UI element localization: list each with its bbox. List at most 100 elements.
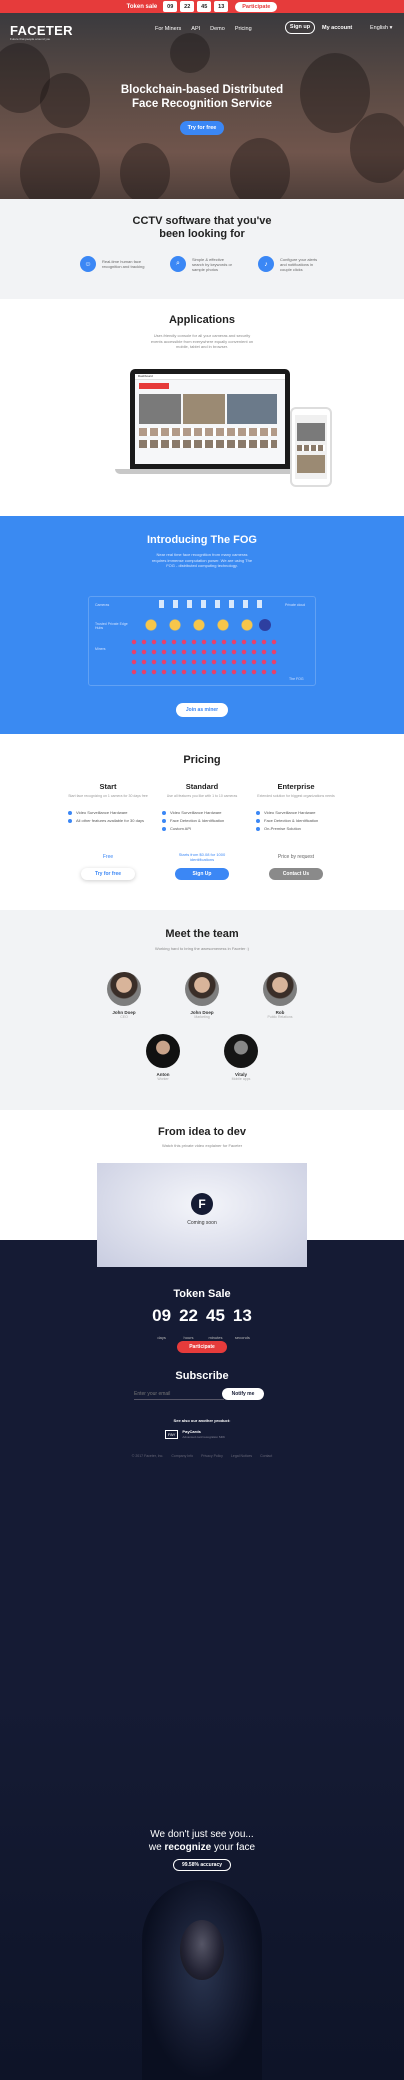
plan-contact-button[interactable]: Contact Us xyxy=(269,868,323,880)
avatar xyxy=(107,972,141,1006)
plan-feature: Video Surveillance Hardware xyxy=(256,810,348,815)
bell-icon: ♪ xyxy=(258,256,274,272)
try-for-free-button[interactable]: Try for free xyxy=(180,121,224,135)
coming-soon-label: Coming soon xyxy=(187,1220,217,1226)
footer-company-info[interactable]: Company Info xyxy=(171,1454,193,1458)
laptop-mockup: Dashboard xyxy=(130,369,290,469)
dark-footer-section: Token Sale 09 days 22 hours 45 minutes 13 se… xyxy=(0,1240,404,2080)
phone-mockup xyxy=(290,407,332,487)
label-the-fog: The FOG xyxy=(289,677,304,681)
topbar-days: 09 xyxy=(163,1,178,12)
notify-me-button[interactable]: Notify me xyxy=(222,1388,264,1400)
feature-recognition: ☺ Real-time human face recognition and t… xyxy=(80,256,146,272)
team-member: John Doep Marketing xyxy=(172,972,232,1019)
plan-name: Enterprise xyxy=(277,782,315,791)
fog-title: Introducing The FOG xyxy=(147,534,257,546)
avatar xyxy=(263,972,297,1006)
hero-title: Blockchain-based Distributed Face Recogni… xyxy=(120,84,284,110)
plan-feature: All other features available for 30 days xyxy=(68,818,160,823)
topbar-title: Token sale xyxy=(126,3,158,10)
token-sale-participate-button[interactable]: Participate xyxy=(177,1341,227,1353)
nav-api[interactable]: API xyxy=(191,26,200,32)
plan-price: Free xyxy=(102,854,114,860)
plan-feature: Face Detection & Identification xyxy=(162,818,254,823)
team-section: Meet the team Working hard to bring the … xyxy=(0,910,404,1110)
footer-legal[interactable]: Legal Notices xyxy=(231,1454,252,1458)
plan-name: Standard xyxy=(185,782,219,791)
paycards-name: PayCards xyxy=(182,1429,201,1434)
paycards-desc: Advanced card recognition SDK xyxy=(182,1435,225,1439)
plan-name: Start xyxy=(99,782,117,791)
tagline-line2: we recognize your face xyxy=(148,1842,256,1853)
countdown-seconds: 13 seconds xyxy=(232,1306,252,1340)
topbar-participate-button[interactable]: Participate xyxy=(235,1,278,12)
plan-feature: Video Surveillance Hardware xyxy=(68,810,160,815)
user-icon: ☺ xyxy=(80,256,96,272)
team-member: Anton Worker xyxy=(133,1034,193,1081)
applications-section: Applications User-friendly console for a… xyxy=(0,299,404,516)
token-sale-topbar: Token sale 09 22 45 13 Participate xyxy=(0,0,404,13)
label-miners: Miners xyxy=(95,647,106,651)
plan-signup-button[interactable]: Sign Up xyxy=(175,868,229,880)
plan-price: Starts from $0.08 for 1000 identificatio… xyxy=(178,852,226,862)
nav-pricing[interactable]: Pricing xyxy=(235,26,252,32)
video-title: From idea to dev xyxy=(157,1126,247,1138)
nav-for-miners[interactable]: For Miners xyxy=(155,26,181,32)
footer-links: © 2017 Faceter, Inc. Company Info Privac… xyxy=(0,1454,404,1458)
plan-start: Start Start face recognizing on 1 camera… xyxy=(56,782,160,887)
plan-desc: Use all features you like with 1 to 10 c… xyxy=(166,794,238,798)
plan-feature: On-Premise Solution xyxy=(256,826,348,831)
my-account-link[interactable]: My account xyxy=(322,25,352,31)
paycards-product[interactable]: PAY PayCards Advanced card recognition SD… xyxy=(165,1429,225,1440)
plan-try-button[interactable]: Try for free xyxy=(81,868,135,880)
faceter-mark-icon: F xyxy=(191,1193,213,1215)
countdown-minutes: 45 minutes xyxy=(206,1306,225,1340)
fog-diagram: Cameras Trusted Private Edge Hubs Miners… xyxy=(88,596,316,686)
search-icon: ⌕ xyxy=(170,256,186,272)
label-cameras: Cameras xyxy=(95,603,110,607)
team-desc: Working hard to bring the awesomeness in… xyxy=(155,946,249,951)
plan-feature: Video Surveillance Hardware xyxy=(162,810,254,815)
accuracy-badge: 99.58% accuracy xyxy=(173,1859,231,1871)
plan-price: Price by request xyxy=(277,854,315,860)
plan-enterprise: Enterprise Extended solution for biggest… xyxy=(244,782,348,887)
footer-contact[interactable]: Contact xyxy=(260,1454,272,1458)
bottom-tagline: We don't just see you... we recognize yo… xyxy=(0,1828,404,1854)
email-input[interactable] xyxy=(134,1388,224,1400)
team-member: John Doep CEO xyxy=(94,972,154,1019)
fog-section: Introducing The FOG Near real time face … xyxy=(0,516,404,734)
main-nav: FACETER Future that people around you For… xyxy=(0,21,404,41)
avatar xyxy=(185,972,219,1006)
plan-standard: Standard Use all features you like with … xyxy=(150,782,254,887)
plan-feature: Custom API xyxy=(162,826,254,831)
nav-demo[interactable]: Demo xyxy=(210,26,225,32)
paycards-logo: PAY xyxy=(165,1430,179,1439)
token-sale-title: Token Sale xyxy=(173,1288,231,1300)
label-private-cloud: Private cloud xyxy=(285,603,306,607)
cctv-section: CCTV software that you've been looking fo… xyxy=(0,199,404,299)
screen-title: Dashboard xyxy=(135,374,285,380)
countdown-days: 09 days xyxy=(152,1306,172,1340)
faceter-logo[interactable]: FACETER Future that people around you xyxy=(10,23,73,41)
cctv-title: CCTV software that you've been looking fo… xyxy=(132,215,272,240)
topbar-hours: 22 xyxy=(180,1,195,12)
hero-section: FACETER Future that people around you For… xyxy=(0,13,404,199)
footer-copyright: © 2017 Faceter, Inc. xyxy=(131,1454,164,1458)
footer-privacy[interactable]: Privacy Policy xyxy=(201,1454,223,1458)
feature-text: Configure your alerts and notifications … xyxy=(280,256,318,272)
fog-desc: Near real time face recognition from man… xyxy=(151,552,253,568)
join-as-miner-button[interactable]: Join as miner xyxy=(176,703,228,717)
topbar-minutes: 45 xyxy=(197,1,212,12)
plan-desc: Extended solution for biggest organizati… xyxy=(257,794,335,798)
pricing-title: Pricing xyxy=(183,754,221,766)
tagline-line1: We don't just see you... xyxy=(150,1829,254,1840)
label-trusted: Trusted Private Edge Hubs xyxy=(95,622,128,630)
feature-text: Simple & effective search by keywords or… xyxy=(192,256,233,272)
subscribe-title: Subscribe xyxy=(175,1370,229,1382)
hooded-figure xyxy=(142,1880,262,2080)
language-select[interactable]: English ▾ xyxy=(370,25,392,31)
signup-button[interactable]: Sign up xyxy=(285,21,315,34)
products-title: See also our another product: xyxy=(173,1418,231,1423)
team-member: Rob Public Relations xyxy=(250,972,310,1019)
video-player[interactable]: F Coming soon xyxy=(97,1163,307,1267)
